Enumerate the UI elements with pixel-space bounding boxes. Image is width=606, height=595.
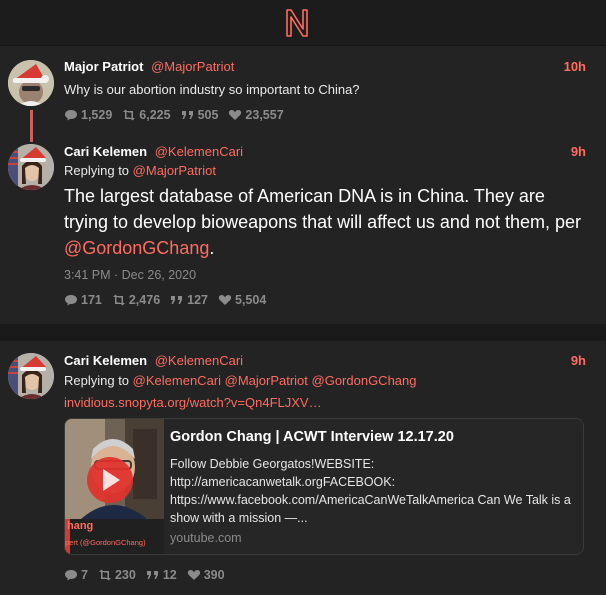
tweet-stats: 171 2,476 127 5,504 xyxy=(64,293,266,307)
reply-count: 7 xyxy=(81,568,88,582)
like-count: 390 xyxy=(203,568,225,582)
quote-count: 12 xyxy=(162,568,177,582)
tweet-text: The largest database of American DNA is … xyxy=(64,183,588,261)
tweet-text-end: . xyxy=(209,238,215,258)
reply-count: 171 xyxy=(81,293,102,307)
display-name[interactable]: Cari Kelemen xyxy=(64,144,147,159)
thread-separator xyxy=(0,324,606,341)
reply-count: 1,529 xyxy=(81,108,113,122)
like-stat[interactable]: 5,504 xyxy=(218,293,266,307)
replying-to: Replying to @KelemenCari @MajorPatriot @… xyxy=(64,373,588,388)
heart-icon xyxy=(187,569,200,580)
card-title[interactable]: Gordon Chang | ACWT Interview 12.17.20 xyxy=(170,429,575,445)
comment-icon xyxy=(65,295,77,306)
retweet-count: 2,476 xyxy=(128,293,161,307)
heart-icon xyxy=(229,109,242,120)
quote-icon xyxy=(181,111,193,119)
card-domain: youtube.com xyxy=(170,531,242,545)
retweet-icon xyxy=(112,294,125,306)
reply-stat[interactable]: 7 xyxy=(64,568,88,582)
tweet-time[interactable]: 9h xyxy=(571,144,586,159)
tweet-reply[interactable]: Cari Kelemen @KelemenCari 9h Replying to… xyxy=(0,132,606,324)
comment-icon xyxy=(65,570,77,581)
quote-count: 505 xyxy=(197,108,219,122)
card-description: Follow Debbie Georgatos!WEBSITE: http://… xyxy=(170,457,571,525)
avatar[interactable] xyxy=(8,353,54,399)
replying-to-label: Replying to xyxy=(64,163,130,178)
tweet-parent[interactable]: Major Patriot @MajorPatriot 10h Why is o… xyxy=(0,46,606,142)
mention-link[interactable]: @GordonGChang xyxy=(64,238,209,258)
username[interactable]: @KelemenCari xyxy=(155,353,243,368)
quote-icon xyxy=(146,571,158,579)
avatar[interactable] xyxy=(8,144,54,190)
retweet-count: 230 xyxy=(114,568,136,582)
replying-to-label: Replying to xyxy=(64,373,130,388)
thread-1: Major Patriot @MajorPatriot 10h Why is o… xyxy=(0,46,606,324)
reply-stat[interactable]: 171 xyxy=(64,293,102,307)
like-count: 23,557 xyxy=(245,108,284,122)
display-name[interactable]: Cari Kelemen xyxy=(64,353,147,368)
heart-icon xyxy=(218,294,232,305)
reply-stat[interactable]: 1,529 xyxy=(64,108,112,122)
thumbnail-caption-sub: pert (@GordonGChang) xyxy=(65,538,146,547)
tweet-text-body: The largest database of American DNA is … xyxy=(64,186,581,232)
replying-to-links[interactable]: @KelemenCari @MajorPatriot @GordonGChang xyxy=(133,373,417,388)
thumbnail-caption-name: hang xyxy=(67,520,94,532)
replying-to: Replying to @MajorPatriot xyxy=(64,163,588,178)
username[interactable]: @MajorPatriot xyxy=(151,59,234,74)
like-count: 5,504 xyxy=(235,293,267,307)
tweet-text: Why is our abortion industry so importan… xyxy=(64,82,360,97)
retweet-icon xyxy=(98,569,111,581)
tweet-date[interactable]: 3:41 PM · Dec 26, 2020 xyxy=(64,268,196,282)
retweet-icon xyxy=(123,109,136,121)
quote-stat[interactable]: 127 xyxy=(170,293,208,307)
tweet-time[interactable]: 10h xyxy=(564,59,586,74)
display-name[interactable]: Major Patriot xyxy=(64,59,143,74)
video-thumbnail[interactable]: hang pert (@GordonGChang) xyxy=(65,419,164,554)
like-stat[interactable]: 23,557 xyxy=(228,108,284,122)
top-bar xyxy=(0,0,606,46)
quote-count: 127 xyxy=(187,293,208,307)
tweet-time[interactable]: 9h xyxy=(571,353,586,368)
tweet-link[interactable]: invidious.snopyta.org/watch?v=Qn4FLJXV… xyxy=(64,395,588,410)
like-stat[interactable]: 390 xyxy=(187,568,225,582)
tweet-stats: 1,529 6,225 505 23,557 xyxy=(64,108,284,122)
quote-stat[interactable]: 12 xyxy=(146,568,177,582)
retweet-stat[interactable]: 6,225 xyxy=(122,108,171,122)
username[interactable]: @KelemenCari xyxy=(155,144,243,159)
nitter-logo[interactable] xyxy=(283,7,311,39)
avatar[interactable] xyxy=(8,60,54,106)
comment-icon xyxy=(65,110,77,121)
quote-icon xyxy=(171,296,183,304)
retweet-stat[interactable]: 230 xyxy=(98,568,136,582)
retweet-stat[interactable]: 2,476 xyxy=(112,293,160,307)
retweet-count: 6,225 xyxy=(139,108,171,122)
tweet-stats: 7 230 12 390 xyxy=(64,568,225,582)
replying-to-link[interactable]: @MajorPatriot xyxy=(133,163,216,178)
link-card[interactable]: hang pert (@GordonGChang) Gordon Chang |… xyxy=(64,418,584,555)
quote-stat[interactable]: 505 xyxy=(181,108,219,122)
